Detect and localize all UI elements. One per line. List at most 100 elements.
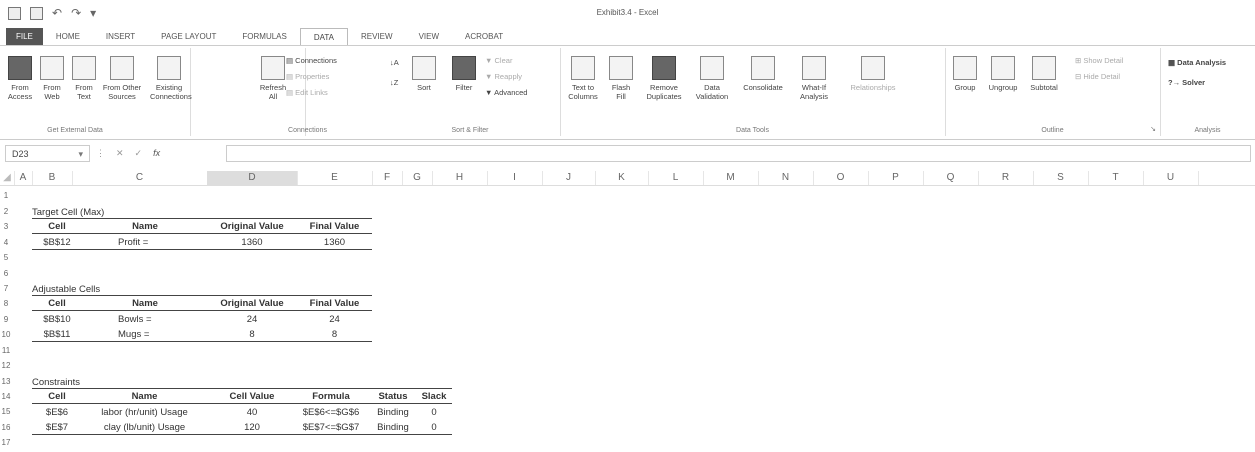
tab-view[interactable]: VIEW <box>406 28 452 45</box>
tab-review[interactable]: REVIEW <box>348 28 406 45</box>
row-header[interactable]: 14 <box>0 392 12 401</box>
column-header[interactable]: S <box>1033 171 1089 185</box>
table-cell: Profit = <box>118 237 149 248</box>
row-header[interactable]: 6 <box>0 269 12 278</box>
column-header[interactable]: J <box>542 171 596 185</box>
access-icon <box>8 56 32 80</box>
ungroup-button[interactable]: Ungroup <box>985 56 1021 92</box>
solver-button[interactable]: ?→ Solver <box>1168 78 1205 87</box>
column-header[interactable]: F <box>372 171 403 185</box>
tab-insert[interactable]: INSERT <box>93 28 148 45</box>
insert-function-icon[interactable]: fx <box>153 148 160 159</box>
sort-z-a-icon[interactable]: ↓Z <box>390 78 398 87</box>
row-header[interactable]: 1 <box>0 191 12 200</box>
column-header[interactable]: Q <box>923 171 979 185</box>
column-header[interactable]: U <box>1143 171 1199 185</box>
solver-icon: ?→ <box>1168 78 1183 87</box>
consolidate-button[interactable]: Consolidate <box>738 56 788 92</box>
sort-a-z-icon[interactable]: ↓A <box>390 58 399 67</box>
target-header-final: Final Value <box>309 221 360 232</box>
advanced-button[interactable]: ▼ Advanced <box>485 88 527 97</box>
name-box[interactable]: D23 ▾ <box>5 145 90 162</box>
column-header[interactable]: C <box>72 171 208 185</box>
tab-home[interactable]: HOME <box>43 28 93 45</box>
remove-duplicates-button[interactable]: Remove Duplicates <box>642 56 686 101</box>
row-header[interactable]: 3 <box>0 222 12 231</box>
properties-button[interactable]: ▤ Properties <box>286 72 329 81</box>
column-header[interactable]: G <box>402 171 433 185</box>
tab-page-layout[interactable]: PAGE LAYOUT <box>148 28 229 45</box>
show-detail-button[interactable]: ⊞ Show Detail <box>1075 56 1123 65</box>
row-header[interactable]: 8 <box>0 299 12 308</box>
clear-button[interactable]: ▼ Clear <box>485 56 512 65</box>
column-header[interactable]: K <box>595 171 649 185</box>
row-header[interactable]: 15 <box>0 407 12 416</box>
con-header-cell: Cell <box>48 391 66 402</box>
column-header[interactable]: O <box>813 171 869 185</box>
existing-connections-icon <box>157 56 181 80</box>
column-header[interactable]: P <box>868 171 924 185</box>
column-header[interactable]: N <box>758 171 814 185</box>
divider <box>32 310 372 311</box>
group-label: Outline <box>1041 127 1064 134</box>
chevron-down-icon[interactable]: ▾ <box>78 146 83 163</box>
column-header[interactable]: L <box>648 171 704 185</box>
row-header[interactable]: 9 <box>0 315 12 324</box>
divider <box>32 434 452 435</box>
subtotal-button[interactable]: Subtotal <box>1027 56 1061 92</box>
from-other-sources-button[interactable]: From Other Sources <box>102 56 142 101</box>
row-header[interactable]: 17 <box>0 438 12 447</box>
row-header[interactable]: 7 <box>0 284 12 293</box>
row-header[interactable]: 13 <box>0 377 12 386</box>
table-cell: 8 <box>249 329 255 340</box>
table-cell: labor (hr/unit) Usage <box>101 407 188 418</box>
column-header[interactable]: I <box>487 171 543 185</box>
row-header[interactable]: 4 <box>0 238 12 247</box>
hide-detail-button[interactable]: ⊟ Hide Detail <box>1075 72 1120 81</box>
what-if-analysis-button[interactable]: What-If Analysis <box>792 56 836 101</box>
column-header[interactable]: H <box>432 171 488 185</box>
formula-input[interactable] <box>226 145 1251 162</box>
cancel-icon[interactable]: ✕ <box>116 148 124 159</box>
row-header[interactable]: 2 <box>0 207 12 216</box>
from-web-button[interactable]: From Web <box>38 56 66 101</box>
dialog-launcher-icon[interactable]: ↘ <box>1150 125 1156 133</box>
sort-button[interactable]: Sort <box>410 56 438 92</box>
tab-formulas[interactable]: FORMULAS <box>229 28 299 45</box>
column-header[interactable]: T <box>1088 171 1144 185</box>
column-header[interactable]: M <box>703 171 759 185</box>
group-button[interactable]: Group <box>951 56 979 92</box>
reapply-button[interactable]: ▼ Reapply <box>485 72 522 81</box>
refresh-all-button[interactable]: Refresh All <box>256 56 290 101</box>
connections-button[interactable]: ▤ Connections <box>286 56 337 65</box>
filter-button[interactable]: Filter <box>450 56 478 92</box>
relationships-button[interactable]: Relationships <box>842 56 904 92</box>
row-header[interactable]: 16 <box>0 423 12 432</box>
row-header[interactable]: 12 <box>0 361 12 370</box>
row-header[interactable]: 11 <box>0 346 12 355</box>
text-to-columns-button[interactable]: Text to Columns <box>566 56 600 101</box>
select-all-icon[interactable]: ◢ <box>0 171 15 185</box>
edit-links-button[interactable]: ▤ Edit Links <box>286 88 328 97</box>
column-header[interactable]: R <box>978 171 1034 185</box>
adj-header-cell: Cell <box>48 298 66 309</box>
existing-connections-button[interactable]: Existing Connections <box>150 56 192 101</box>
data-validation-button[interactable]: Data Validation <box>692 56 732 101</box>
enter-icon[interactable]: ✓ <box>135 148 143 159</box>
tab-acrobat[interactable]: ACROBAT <box>452 28 516 45</box>
divider <box>32 295 372 296</box>
column-header[interactable]: E <box>297 171 373 185</box>
from-access-button[interactable]: From Access <box>6 56 34 101</box>
data-analysis-button[interactable]: ▦ Data Analysis <box>1168 58 1226 67</box>
from-text-button[interactable]: From Text <box>70 56 98 101</box>
flash-fill-button[interactable]: Flash Fill <box>608 56 634 101</box>
tab-file[interactable]: FILE <box>6 28 43 45</box>
column-header[interactable]: D <box>207 171 298 185</box>
tab-data[interactable]: DATA <box>299 28 348 45</box>
column-header[interactable]: B <box>32 171 73 185</box>
row-header[interactable]: 5 <box>0 253 12 262</box>
worksheet-grid[interactable]: ◢ A B C D E F G H I J K L M N O P Q R S … <box>0 171 1255 452</box>
column-header[interactable]: A <box>14 171 33 185</box>
row-header[interactable]: 10 <box>0 330 12 339</box>
data-analysis-icon: ▦ <box>1168 58 1178 67</box>
